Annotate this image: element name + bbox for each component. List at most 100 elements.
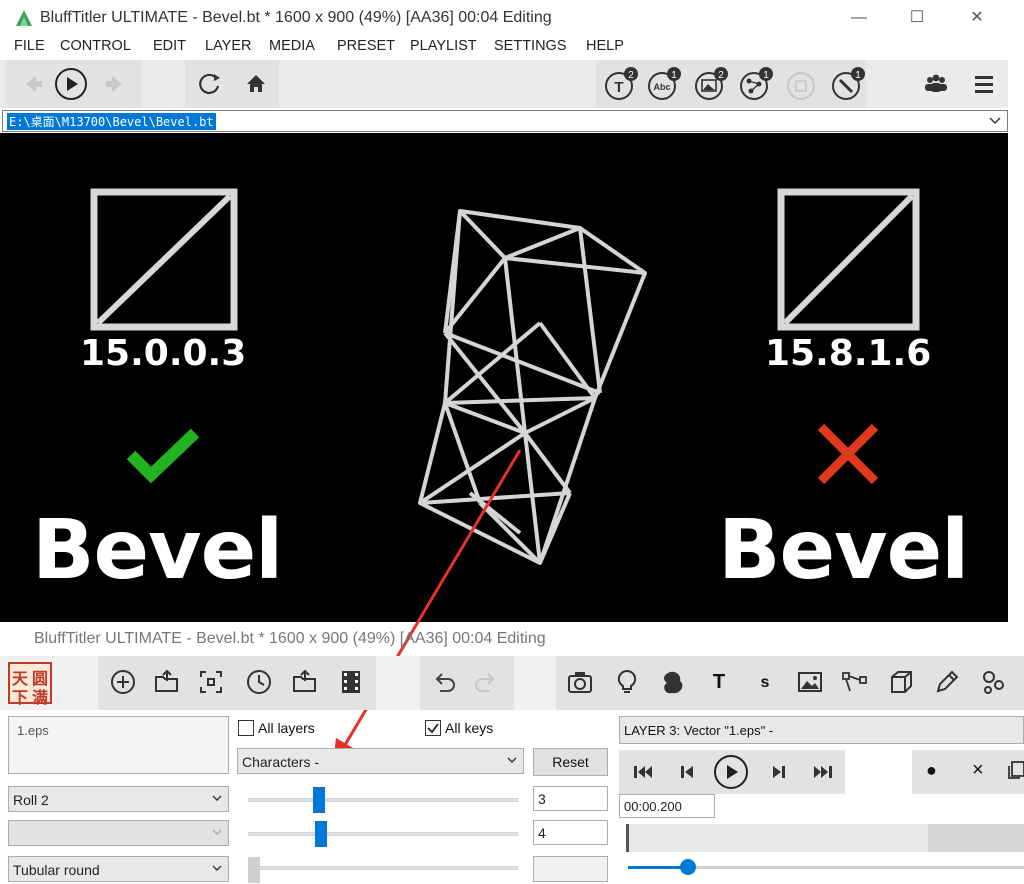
check-mark-icon: [126, 428, 200, 484]
all-layers-checkbox[interactable]: [238, 720, 254, 736]
layer-selector[interactable]: LAYER 3: Vector "1.eps" -: [619, 716, 1024, 744]
skip-to-start-icon[interactable]: [625, 754, 661, 790]
logo-char-4: 满: [32, 690, 49, 707]
play-icon[interactable]: [53, 66, 89, 102]
style-select[interactable]: Tubular round: [8, 856, 229, 882]
app-logo-icon: [16, 10, 32, 26]
layer-selector-label: LAYER 3: Vector "1.eps" -: [624, 723, 774, 738]
vector-layer-icon: 1: [740, 67, 773, 100]
import-folder-icon[interactable]: [290, 667, 320, 697]
clock-icon[interactable]: [244, 667, 274, 697]
svg-text:Abc: Abc: [653, 82, 670, 92]
text-layer-t-button[interactable]: T: [704, 667, 734, 697]
timeline-track[interactable]: [626, 824, 1024, 852]
disabled-select[interactable]: [8, 820, 229, 846]
back-arrow-icon[interactable]: [14, 66, 50, 102]
redo-icon[interactable]: [472, 667, 502, 697]
camera-icon[interactable]: [565, 667, 595, 697]
menu-help[interactable]: HELP: [586, 38, 624, 54]
menu-control[interactable]: CONTROL: [60, 38, 131, 54]
characters-select[interactable]: Characters -: [237, 748, 524, 774]
forward-arrow-icon[interactable]: [98, 66, 134, 102]
maximize-button[interactable]: ☐: [902, 6, 932, 30]
timeline-range: [928, 824, 1024, 852]
effect-layer-button[interactable]: 1: [830, 66, 866, 102]
step-forward-icon[interactable]: [761, 754, 797, 790]
skip-to-end-icon[interactable]: [805, 754, 841, 790]
particles-icon[interactable]: [978, 667, 1008, 697]
right-version-label: 15.8.1.6: [765, 333, 932, 374]
menu-file[interactable]: FILE: [14, 38, 45, 54]
hamburger-menu-icon[interactable]: [966, 66, 1002, 102]
timeline-cursor[interactable]: [626, 824, 629, 852]
svg-text:1: 1: [763, 70, 769, 81]
cube-icon[interactable]: [886, 667, 916, 697]
frame-icon[interactable]: [196, 667, 226, 697]
value-2-input[interactable]: 4: [533, 820, 608, 845]
users-icon[interactable]: [918, 66, 954, 102]
vector-path-icon[interactable]: [840, 667, 870, 697]
slider-3-track[interactable]: [248, 866, 518, 870]
key-actions-group: ● ×: [912, 750, 1024, 794]
roll-select[interactable]: Roll 2: [8, 786, 229, 812]
light-bulb-icon[interactable]: [612, 667, 642, 697]
all-keys-label: All keys: [445, 720, 494, 736]
s-layer-button[interactable]: s: [750, 667, 780, 697]
picture-layer-button[interactable]: 2: [693, 66, 729, 102]
slider-2-thumb[interactable]: [315, 821, 328, 847]
menu-edit[interactable]: EDIT: [153, 38, 186, 54]
slider-1-thumb[interactable]: [312, 787, 325, 813]
value-1-input[interactable]: 3: [533, 786, 608, 811]
shape-blob-icon[interactable]: [658, 667, 688, 697]
svg-text:1: 1: [671, 70, 677, 81]
menu-layer[interactable]: LAYER: [205, 38, 251, 54]
menu-settings[interactable]: SETTINGS: [494, 38, 567, 54]
cube-layer-icon[interactable]: [785, 66, 821, 102]
image-icon[interactable]: [795, 667, 825, 697]
all-layers-label: All layers: [258, 720, 315, 736]
value-3-input[interactable]: [533, 856, 608, 882]
menu-bar: FILE CONTROL EDIT LAYER MEDIA PRESET PLA…: [0, 38, 1008, 60]
chevron-down-icon: [212, 865, 222, 871]
slider-1-track[interactable]: [248, 798, 518, 802]
minimize-button[interactable]: —: [844, 6, 874, 30]
chevron-down-icon[interactable]: [989, 116, 1001, 126]
file-actions-group: [98, 656, 376, 710]
pencil-icon[interactable]: [932, 667, 962, 697]
open-folder-icon[interactable]: [152, 667, 182, 697]
zoom-slider-track[interactable]: [628, 859, 1024, 875]
text-layer-button[interactable]: T 2: [603, 66, 639, 102]
undo-icon[interactable]: [428, 667, 458, 697]
refresh-icon[interactable]: [192, 66, 228, 102]
media-file-field[interactable]: 1.eps: [8, 716, 229, 774]
time-input[interactable]: 00:00.200: [619, 794, 715, 818]
file-path-text: E:\桌面\M13700\Bevel\Bevel.bt: [7, 113, 216, 130]
abc-layer-button[interactable]: Abc 1: [646, 66, 682, 102]
home-icon[interactable]: [238, 66, 274, 102]
step-back-icon[interactable]: [669, 754, 705, 790]
left-version-label: 15.0.0.3: [80, 333, 247, 374]
delete-key-button[interactable]: ×: [972, 759, 984, 782]
film-strip-icon[interactable]: [336, 667, 366, 697]
add-circle-icon[interactable]: [108, 667, 138, 697]
menu-preset[interactable]: PRESET: [337, 38, 395, 54]
play-icon[interactable]: [713, 754, 749, 790]
chevron-down-icon: [212, 829, 222, 835]
close-button[interactable]: ✕: [962, 6, 992, 30]
reset-button[interactable]: Reset: [533, 748, 608, 776]
record-key-button[interactable]: ●: [926, 760, 937, 781]
menu-media[interactable]: MEDIA: [269, 38, 315, 54]
slider-2-track[interactable]: [248, 832, 518, 836]
copy-key-icon[interactable]: [1006, 760, 1024, 780]
zoom-slider-thumb[interactable]: [680, 859, 696, 875]
all-keys-checkbox[interactable]: [425, 720, 441, 736]
file-path-bar[interactable]: E:\桌面\M13700\Bevel\Bevel.bt: [2, 110, 1008, 132]
text-layer-icon: T 2: [605, 67, 638, 100]
menu-playlist[interactable]: PLAYLIST: [410, 38, 477, 54]
svg-text:2: 2: [718, 70, 724, 81]
slider-3-thumb[interactable]: [248, 857, 260, 883]
svg-text:1: 1: [855, 70, 861, 81]
window2-toolbar: 天 圆 下 满 T s: [0, 656, 1024, 710]
characters-select-value: Characters -: [242, 754, 320, 770]
vector-layer-button[interactable]: 1: [738, 66, 774, 102]
